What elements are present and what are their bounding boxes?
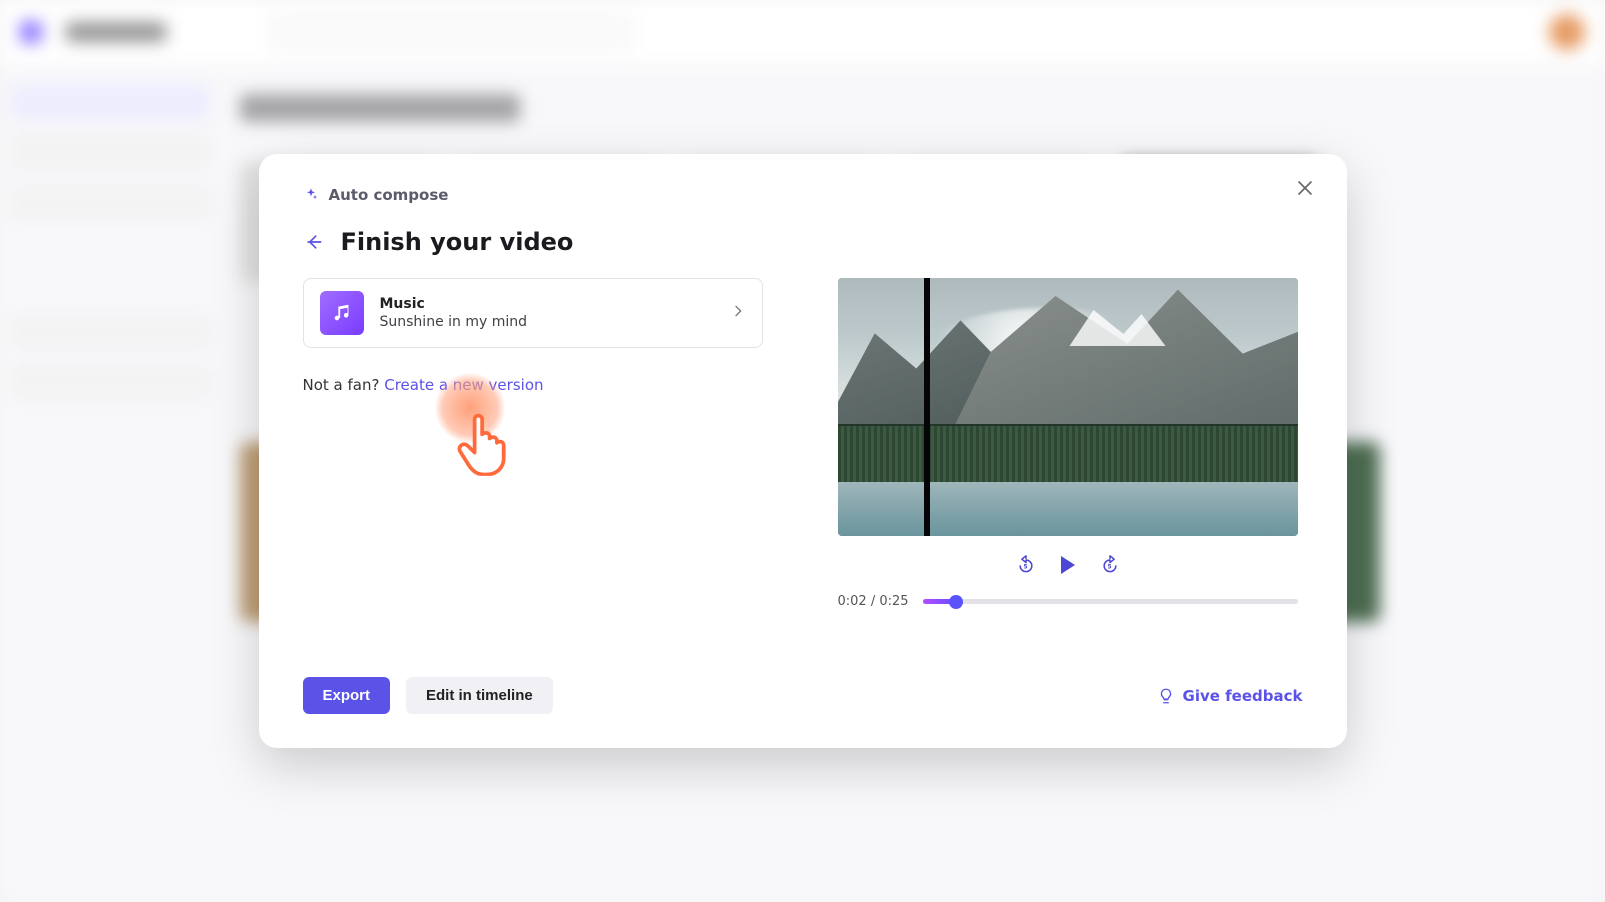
skip-forward-icon: 5 bbox=[1100, 555, 1120, 575]
edit-in-timeline-button[interactable]: Edit in timeline bbox=[406, 677, 553, 714]
play-button[interactable] bbox=[1057, 554, 1079, 576]
play-icon bbox=[1061, 556, 1075, 574]
progress-bar[interactable] bbox=[923, 599, 1298, 604]
skip-forward-button[interactable]: 5 bbox=[1099, 554, 1121, 576]
skip-back-icon: 5 bbox=[1016, 555, 1036, 575]
music-track-name: Sunshine in my mind bbox=[380, 314, 714, 330]
give-feedback-button[interactable]: Give feedback bbox=[1157, 687, 1303, 705]
player-controls: 5 5 bbox=[1015, 554, 1121, 576]
close-button[interactable] bbox=[1293, 176, 1317, 200]
music-card[interactable]: Music Sunshine in my mind bbox=[303, 278, 763, 348]
sparkle-icon bbox=[303, 187, 319, 203]
auto-compose-breadcrumb: Auto compose bbox=[303, 186, 1303, 204]
lightbulb-icon bbox=[1157, 687, 1175, 705]
export-button[interactable]: Export bbox=[303, 677, 391, 714]
progress-thumb[interactable] bbox=[949, 595, 963, 609]
auto-compose-label: Auto compose bbox=[329, 186, 449, 204]
skip-back-button[interactable]: 5 bbox=[1015, 554, 1037, 576]
close-icon bbox=[1298, 181, 1312, 195]
back-button[interactable] bbox=[303, 231, 325, 253]
music-heading: Music bbox=[380, 296, 714, 312]
create-new-version-link[interactable]: Create a new version bbox=[384, 376, 543, 394]
arrow-left-icon bbox=[304, 232, 324, 252]
modal-title: Finish your video bbox=[341, 228, 574, 256]
auto-compose-modal: Auto compose Finish your video Music Sun… bbox=[259, 154, 1347, 748]
time-display: 0:02 / 0:25 bbox=[838, 594, 909, 609]
video-preview[interactable] bbox=[838, 278, 1298, 536]
svg-text:5: 5 bbox=[1107, 564, 1111, 570]
svg-text:5: 5 bbox=[1023, 564, 1027, 570]
music-icon bbox=[320, 291, 364, 335]
not-a-fan-text: Not a fan? Create a new version bbox=[303, 376, 763, 394]
chevron-right-icon bbox=[730, 303, 746, 323]
